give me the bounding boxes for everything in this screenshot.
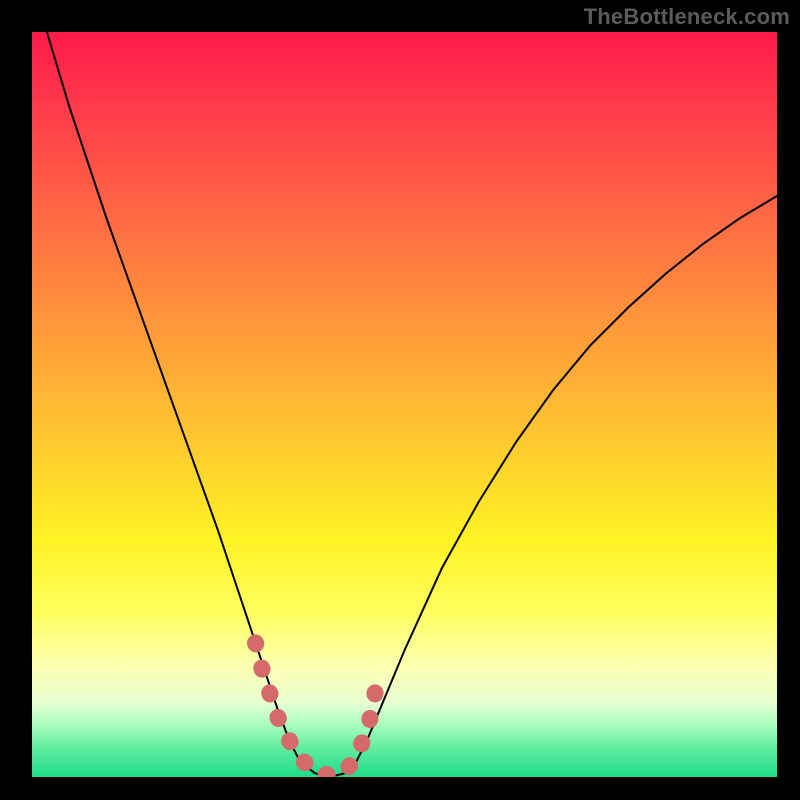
chart-frame: TheBottleneck.com [0, 0, 800, 800]
plot-area [32, 32, 777, 777]
watermark-text: TheBottleneck.com [584, 4, 790, 30]
bottleneck-curve [47, 32, 777, 777]
chart-svg [32, 32, 777, 777]
